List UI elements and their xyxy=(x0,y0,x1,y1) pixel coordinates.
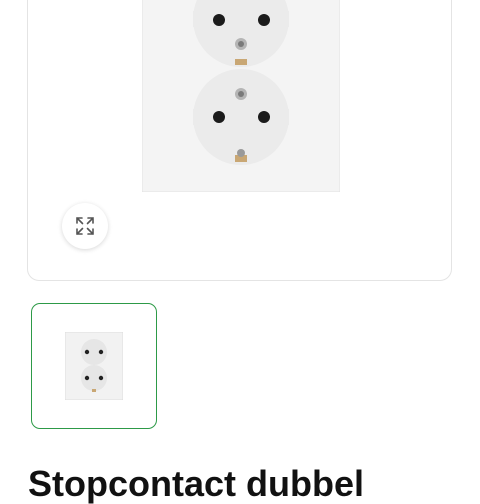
gallery-thumbnail[interactable] xyxy=(31,303,157,429)
product-main-image[interactable] xyxy=(142,0,340,192)
expand-arrows-icon xyxy=(76,217,94,235)
product-image-gallery xyxy=(27,0,452,281)
product-title: Stopcontact dubbel xyxy=(28,463,364,504)
expand-image-button[interactable] xyxy=(62,203,108,249)
thumbnail-image xyxy=(65,332,123,400)
